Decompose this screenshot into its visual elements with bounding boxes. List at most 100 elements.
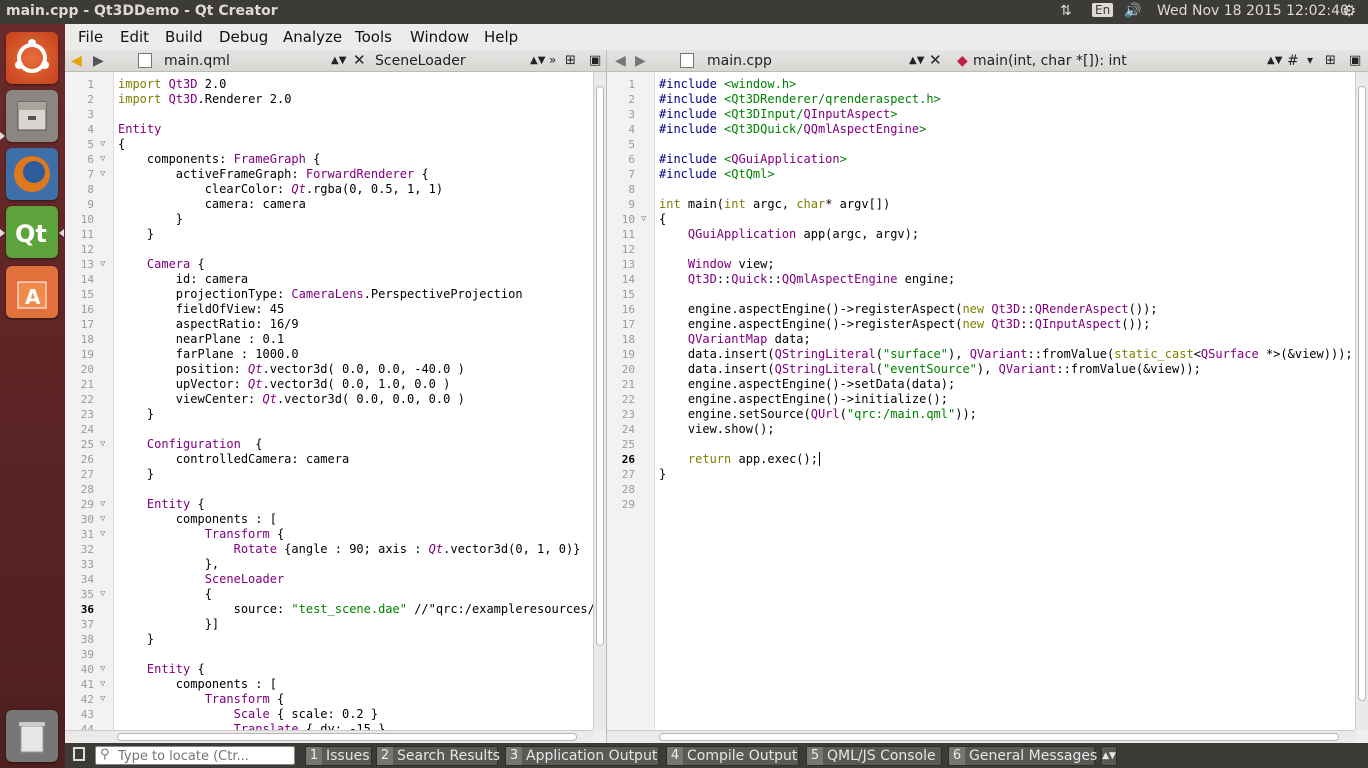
tab-issues[interactable]: 1 Issues <box>305 746 372 766</box>
code-line[interactable]: } <box>118 632 154 647</box>
code-line[interactable]: engine.aspectEngine()->setData(data); <box>659 377 955 392</box>
menu-build[interactable]: Build <box>165 28 203 46</box>
code-line[interactable]: } <box>118 227 154 242</box>
code-line[interactable]: QVariantMap data; <box>659 332 811 347</box>
left-horizontal-scrollbar[interactable] <box>65 730 593 743</box>
tab-general-messages[interactable]: 6 General Messages <box>948 746 1097 766</box>
more-icon[interactable]: » <box>549 53 556 67</box>
close-split-icon[interactable]: ▣ <box>1349 53 1361 68</box>
scrollbar-thumb[interactable] <box>596 86 604 646</box>
code-line[interactable]: Scale { scale: 0.2 } <box>118 707 379 722</box>
volume-icon[interactable]: 🔊 <box>1124 3 1141 19</box>
gear-icon[interactable]: ⚙ <box>1342 1 1356 20</box>
code-line[interactable]: projectionType: CameraLens.PerspectivePr… <box>118 287 523 302</box>
chevron-updown-icon[interactable]: ▲▼ <box>331 55 346 66</box>
software-center-icon[interactable]: A <box>6 266 58 318</box>
code-line[interactable]: farPlane : 1000.0 <box>118 347 299 362</box>
code-line[interactable]: }, <box>118 557 219 572</box>
code-line[interactable]: activeFrameGraph: ForwardRenderer { <box>118 167 429 182</box>
chevron-updown-icon[interactable]: ▲▼ <box>909 55 924 66</box>
code-line[interactable]: id: camera <box>118 272 248 287</box>
right-file-selector[interactable]: main.cpp <box>707 53 772 69</box>
left-vertical-scrollbar[interactable] <box>593 72 606 730</box>
code-line[interactable]: import Qt3D 2.0 <box>118 77 226 92</box>
menu-tools[interactable]: Tools <box>355 28 392 46</box>
fold-toggle-icon[interactable]: ▽ <box>100 587 105 602</box>
code-line[interactable]: Camera { <box>118 257 205 272</box>
code-line[interactable]: } <box>659 467 666 482</box>
code-line[interactable]: components: FrameGraph { <box>118 152 320 167</box>
left-file-selector[interactable]: main.qml <box>164 53 230 69</box>
ubuntu-dash-icon[interactable] <box>6 32 58 84</box>
code-line[interactable]: view.show(); <box>659 422 775 437</box>
back-arrow-icon[interactable]: ◀ <box>71 53 82 69</box>
fold-toggle-icon[interactable]: ▽ <box>100 497 105 512</box>
chevron-updown-icon[interactable]: ▲▼ <box>1267 55 1282 66</box>
fold-toggle-icon[interactable]: ▽ <box>100 662 105 677</box>
code-line[interactable]: camera: camera <box>118 197 306 212</box>
code-line[interactable]: Window view; <box>659 257 775 272</box>
code-line[interactable]: upVector: Qt.vector3d( 0.0, 1.0, 0.0 ) <box>118 377 451 392</box>
fold-toggle-icon[interactable]: ▽ <box>100 527 105 542</box>
tab-compile-output[interactable]: 4 Compile Output <box>666 746 799 766</box>
code-line[interactable]: Transform { <box>118 692 284 707</box>
menu-help[interactable]: Help <box>484 28 518 46</box>
fold-toggle-icon[interactable]: ▽ <box>100 257 105 272</box>
split-icon[interactable]: ⊞ <box>1325 53 1336 68</box>
code-line[interactable]: nearPlane : 0.1 <box>118 332 284 347</box>
code-line[interactable]: } <box>118 212 183 227</box>
fold-toggle-icon[interactable]: ▽ <box>641 212 646 227</box>
code-line[interactable]: #include <Qt3DInput/QInputAspect> <box>659 107 897 122</box>
close-icon[interactable]: ✕ <box>929 51 942 69</box>
forward-arrow-icon[interactable]: ▶ <box>635 53 646 69</box>
code-line[interactable]: source: "test_scene.dae" //"qrc:/example… <box>118 602 593 617</box>
menu-debug[interactable]: Debug <box>219 28 268 46</box>
fold-toggle-icon[interactable]: ▽ <box>100 167 105 182</box>
back-arrow-icon[interactable]: ◀ <box>615 53 626 69</box>
fold-toggle-icon[interactable]: ▽ <box>100 677 105 692</box>
code-line[interactable]: } <box>118 407 154 422</box>
code-line[interactable]: engine.aspectEngine()->initialize(); <box>659 392 948 407</box>
fold-toggle-icon[interactable]: ▽ <box>100 137 105 152</box>
code-line[interactable]: } <box>118 467 154 482</box>
code-line[interactable]: Translate { dy: -15 } <box>118 722 386 730</box>
firefox-icon[interactable] <box>6 148 58 200</box>
code-line[interactable]: position: Qt.vector3d( 0.0, 0.0, -40.0 ) <box>118 362 465 377</box>
fold-toggle-icon[interactable]: ▽ <box>100 512 105 527</box>
right-vertical-scrollbar[interactable] <box>1355 72 1368 730</box>
right-horizontal-scrollbar[interactable] <box>607 730 1355 743</box>
code-line[interactable]: Transform { <box>118 527 284 542</box>
code-line[interactable]: Qt3D::Quick::QQmlAspectEngine engine; <box>659 272 955 287</box>
code-line[interactable]: engine.aspectEngine()->registerAspect(ne… <box>659 302 1158 317</box>
code-line[interactable]: Entity { <box>118 662 205 677</box>
forward-arrow-icon[interactable]: ▶ <box>93 53 104 69</box>
chevron-updown-icon[interactable]: ▲▼ <box>530 55 545 66</box>
tab-application-output[interactable]: 3 Application Output <box>505 746 659 766</box>
code-line[interactable]: { <box>118 587 212 602</box>
menu-file[interactable]: File <box>78 28 103 46</box>
code-line[interactable]: data.insert(QStringLiteral("surface"), Q… <box>659 347 1353 362</box>
code-line[interactable]: components : [ <box>118 677 277 692</box>
code-line[interactable]: QGuiApplication app(argc, argv); <box>659 227 919 242</box>
locator-input[interactable] <box>118 748 290 764</box>
more-tabs-icon[interactable]: ▲▼ <box>1101 746 1117 766</box>
code-line[interactable]: SceneLoader <box>118 572 284 587</box>
keyboard-indicator[interactable]: En <box>1092 3 1114 17</box>
menu-window[interactable]: Window <box>410 28 469 46</box>
scrollbar-thumb[interactable] <box>659 733 1339 741</box>
scrollbar-thumb[interactable] <box>1358 86 1366 701</box>
code-line[interactable]: import Qt3D.Renderer 2.0 <box>118 92 291 107</box>
fold-toggle-icon[interactable]: ▽ <box>100 692 105 707</box>
files-icon[interactable] <box>6 90 58 142</box>
trash-icon[interactable] <box>6 710 58 762</box>
code-line[interactable]: Entity <box>118 122 161 137</box>
split-icon[interactable]: ⊞ <box>565 53 576 68</box>
scrollbar-thumb[interactable] <box>117 733 577 741</box>
tab-search-results[interactable]: 2 Search Results <box>376 746 500 766</box>
code-line[interactable]: components : [ <box>118 512 277 527</box>
code-line[interactable]: Configuration { <box>118 437 263 452</box>
close-split-icon[interactable]: ▣ <box>589 53 601 68</box>
code-line[interactable]: engine.aspectEngine()->registerAspect(ne… <box>659 317 1150 332</box>
qt-creator-icon[interactable]: Qt <box>6 206 58 258</box>
code-line[interactable]: clearColor: Qt.rgba(0, 0.5, 1, 1) <box>118 182 443 197</box>
